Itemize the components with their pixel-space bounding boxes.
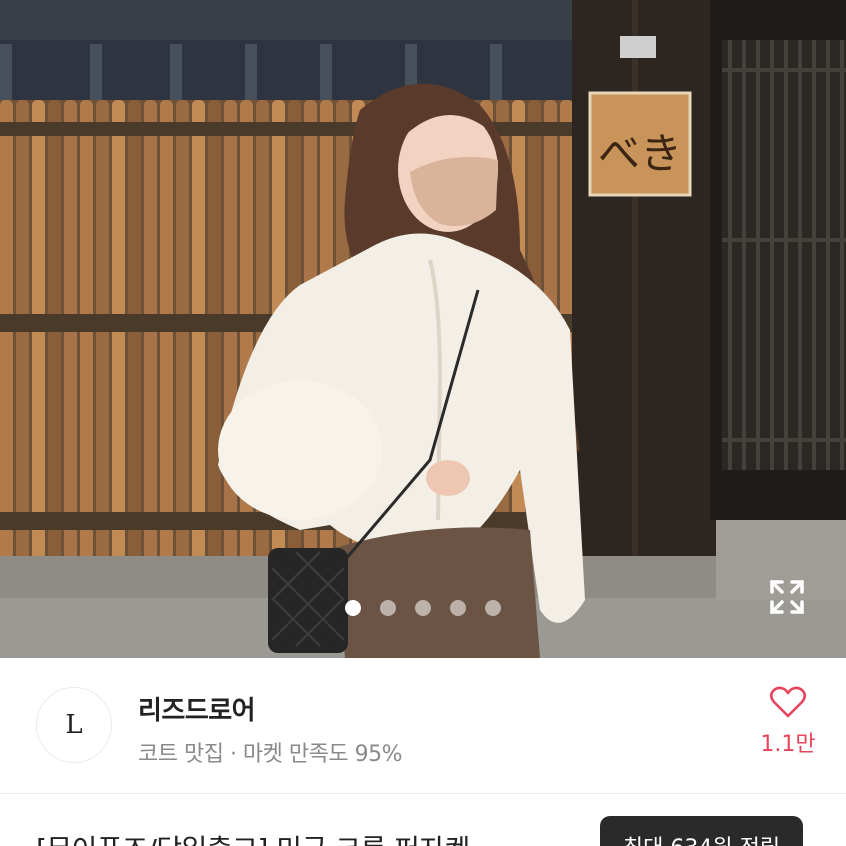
expand-button[interactable]	[768, 578, 806, 616]
product-photo: べき	[0, 0, 846, 658]
product-image-carousel[interactable]: べき	[0, 0, 846, 658]
carousel-dot[interactable]	[415, 600, 431, 616]
shop-name[interactable]: 리즈드로어	[138, 690, 256, 727]
like-button[interactable]: 1.1만	[758, 686, 818, 766]
product-title-row: [무이퓨즈/당일출고] 미국 크롭 퍼자켓 최대 634원 적립	[0, 794, 846, 846]
shop-subtitle: 코트 맛집 · 마켓 만족도 95%	[138, 742, 403, 767]
shop-logo-text: L	[65, 710, 83, 740]
carousel-pagination	[0, 600, 846, 618]
shop-info[interactable]: L 리즈드로어 코트 맛집 · 마켓 만족도 95% 1.1만	[0, 658, 846, 794]
expand-icon	[770, 580, 804, 614]
like-count: 1.1만	[760, 732, 816, 757]
heart-icon	[770, 686, 806, 718]
points-button[interactable]: 최대 634원 적립	[600, 816, 803, 846]
product-title: [무이퓨즈/당일출고] 미국 크롭 퍼자켓	[36, 828, 470, 846]
carousel-dot[interactable]	[450, 600, 466, 616]
svg-text:べき: べき	[598, 129, 682, 178]
shop-avatar[interactable]: L	[36, 687, 112, 763]
carousel-dot[interactable]	[485, 600, 501, 616]
carousel-dot-active[interactable]	[345, 600, 361, 616]
carousel-dot[interactable]	[380, 600, 396, 616]
